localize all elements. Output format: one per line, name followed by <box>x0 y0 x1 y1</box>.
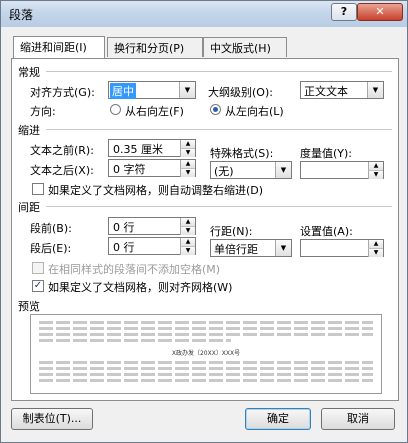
space-before-spinner[interactable]: 0 行 ▲ ▼ <box>108 217 196 235</box>
indent-before-spinner[interactable]: 0.35 厘米 ▲ ▼ <box>108 139 196 157</box>
auto-adjust-indent-label[interactable]: 如果定义了文档网格，则自动调整右缩进(D) <box>48 182 263 198</box>
special-format-value: (无) <box>214 165 234 178</box>
preview-line <box>39 361 373 364</box>
outline-level-value: 正文文本 <box>304 85 348 98</box>
indent-section-title: 缩进 <box>18 124 40 137</box>
outline-level-select[interactable]: 正文文本 ▼ <box>300 81 384 99</box>
chevron-down-icon: ▼ <box>179 82 195 98</box>
preview-line <box>39 321 373 324</box>
alignment-label: 对齐方式(G): <box>30 86 95 99</box>
tabs-button[interactable]: 制表位(T)... <box>11 408 93 430</box>
alignment-value: 居中 <box>110 83 136 99</box>
space-after-value: 0 行 <box>113 241 135 254</box>
dialog-title: 段落 <box>9 8 34 22</box>
line-spacing-label: 行距(N): <box>210 225 253 238</box>
no-space-same-style-label[interactable]: 在相同样式的段落间不添加空格(M) <box>48 261 220 277</box>
indent-after-value: 0 字符 <box>113 163 146 176</box>
auto-adjust-indent-checkbox[interactable] <box>32 183 44 195</box>
indent-after-spinner[interactable]: 0 字符 ▲ ▼ <box>108 159 196 177</box>
preview-line <box>39 379 373 382</box>
rtl-label[interactable]: 从右向左(F) <box>125 103 184 119</box>
preview-sample-text: X政办发〔20XX〕XXX号 <box>171 350 241 357</box>
spin-up-icon[interactable]: ▲ <box>180 218 195 226</box>
paragraph-dialog: 段落 ? ✕ 缩进和间距(I) 换行和分页(P) 中文版式(H) 常规 对齐方式… <box>0 0 408 443</box>
divider <box>46 129 392 130</box>
direction-label: 方向: <box>30 105 56 118</box>
tab-line-page-breaks[interactable]: 换行和分页(P) <box>107 37 203 57</box>
spin-down-icon[interactable]: ▼ <box>180 226 195 235</box>
chevron-down-icon: ▼ <box>275 162 291 178</box>
snap-to-grid-checkbox[interactable]: ✓ <box>32 280 44 292</box>
snap-to-grid-label[interactable]: 如果定义了文档网格，则对齐网格(W) <box>48 279 232 295</box>
help-button[interactable]: ? <box>331 3 357 21</box>
space-after-label: 段后(E): <box>30 242 72 255</box>
space-before-value: 0 行 <box>113 221 135 234</box>
no-space-same-style-checkbox[interactable] <box>32 262 44 274</box>
line-spacing-select[interactable]: 单倍行距 ▼ <box>210 239 292 257</box>
measure-spinner[interactable]: ▲ ▼ <box>300 161 384 179</box>
spin-up-icon[interactable]: ▲ <box>368 162 383 170</box>
indent-after-label: 文本之后(X): <box>30 164 94 177</box>
preview-section-title: 预览 <box>18 300 40 313</box>
space-before-label: 段前(B): <box>30 222 72 235</box>
spin-up-icon[interactable]: ▲ <box>180 140 195 148</box>
indent-before-label: 文本之前(R): <box>30 144 94 157</box>
spin-down-icon[interactable]: ▼ <box>180 148 195 157</box>
outline-level-label: 大纲级别(O): <box>208 86 273 99</box>
preview-line <box>39 373 373 376</box>
tab-indent-spacing[interactable]: 缩进和间距(I) <box>13 36 105 58</box>
spin-down-icon[interactable]: ▼ <box>180 168 195 177</box>
measure-label: 度量值(Y): <box>300 147 353 160</box>
divider <box>46 206 392 207</box>
ltr-label[interactable]: 从左向右(L) <box>225 103 284 119</box>
line-spacing-value: 单倍行距 <box>214 243 258 256</box>
setting-value-label: 设置值(A): <box>300 225 353 238</box>
title-bar: 段落 ? ✕ <box>1 1 407 27</box>
spin-down-icon[interactable]: ▼ <box>368 248 383 257</box>
space-after-spinner[interactable]: 0 行 ▲ ▼ <box>108 237 196 255</box>
spin-up-icon[interactable]: ▲ <box>180 160 195 168</box>
setting-value-spinner[interactable]: ▲ ▼ <box>300 239 384 257</box>
spin-down-icon[interactable]: ▼ <box>180 246 195 255</box>
tab-asian-typography[interactable]: 中文版式(H) <box>203 37 287 57</box>
checkmark-icon: ✓ <box>33 280 43 291</box>
preview-line <box>39 333 373 336</box>
ok-button[interactable]: 确定 <box>245 408 311 430</box>
close-button[interactable]: ✕ <box>357 3 403 21</box>
special-format-select[interactable]: (无) ▼ <box>210 161 292 179</box>
spacing-section-title: 间距 <box>18 201 40 214</box>
paragraph-preview: X政办发〔20XX〕XXX号 <box>30 314 382 394</box>
indent-before-value: 0.35 厘米 <box>113 143 163 156</box>
preview-line <box>39 339 231 342</box>
chevron-down-icon: ▼ <box>367 82 383 98</box>
cancel-button[interactable]: 取消 <box>321 408 395 430</box>
spin-down-icon[interactable]: ▼ <box>368 170 383 179</box>
preview-line <box>39 367 373 370</box>
general-section-title: 常规 <box>18 66 40 79</box>
chevron-down-icon: ▼ <box>275 240 291 256</box>
indent-spacing-panel: 常规 对齐方式(G): 居中 ▼ 大纲级别(O): 正文文本 ▼ 方向: 从右向… <box>11 58 399 401</box>
preview-line <box>39 327 373 330</box>
spin-up-icon[interactable]: ▲ <box>180 238 195 246</box>
ltr-radio[interactable] <box>210 104 221 115</box>
spin-up-icon[interactable]: ▲ <box>368 240 383 248</box>
rtl-radio[interactable] <box>110 104 121 115</box>
divider <box>46 71 392 72</box>
alignment-select[interactable]: 居中 ▼ <box>108 81 196 99</box>
special-format-label: 特殊格式(S): <box>210 147 274 160</box>
